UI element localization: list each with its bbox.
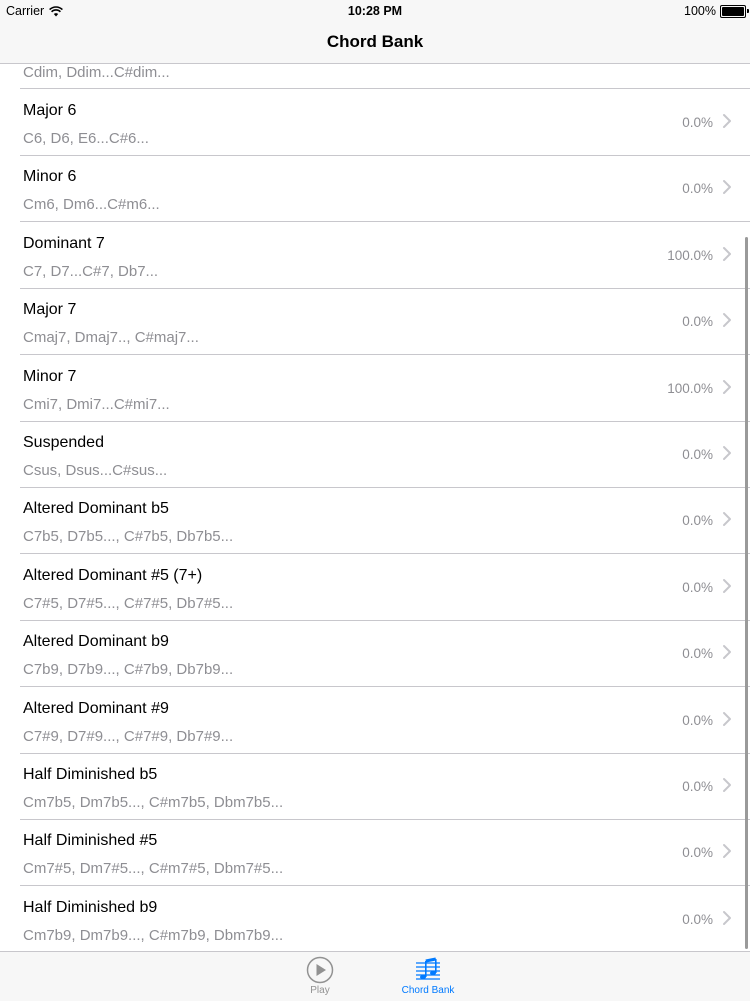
- completion-percent: 0.0%: [682, 779, 713, 794]
- chord-examples: C7#5, D7#5..., C#7#5, Db7#5...: [23, 594, 234, 612]
- tab-play[interactable]: Play: [275, 954, 365, 1000]
- completion-percent: 0.0%: [682, 845, 713, 861]
- list-item[interactable]: Altered Dominant #9 C7#9, D7#9..., C#7#9,…: [0, 687, 750, 753]
- tab-chord-bank[interactable]: Chord Bank: [383, 954, 473, 1000]
- chord-examples: C7#9, D7#9..., C#7#9, Db7#9...: [23, 727, 234, 745]
- chord-examples: C7b5, D7b5..., C#7b5, Db7b5...: [23, 528, 234, 546]
- tab-chord-bank-label: Chord Bank: [401, 985, 455, 996]
- list-item[interactable]: Major 6 C6, D6, E6...C#6... 0.0%: [0, 89, 750, 155]
- chord-type-title: Altered Dominant b9: [23, 633, 169, 651]
- chevron-right-icon: [723, 778, 731, 792]
- chord-type-title: Altered Dominant #9: [23, 699, 169, 717]
- chord-type-title: Half Diminished b5: [23, 766, 158, 783]
- completion-percent: 0.0%: [682, 115, 713, 130]
- completion-percent: 100.0%: [667, 247, 713, 263]
- list-item[interactable]: Half Diminished b9 Cm7b9, Dm7b9..., C#m7b…: [0, 886, 750, 952]
- chevron-right-icon: [723, 645, 731, 660]
- music-staff-icon: [416, 957, 440, 980]
- chord-type-title: Half Diminished #5: [23, 832, 158, 850]
- chord-type-title: Dominant 7: [23, 234, 105, 252]
- completion-percent: 0.0%: [682, 911, 713, 927]
- list-item[interactable]: Major 7 Cmaj7, Dmaj7.., C#maj7... 0.0%: [0, 288, 750, 354]
- tab-bar: Play Chord Bank: [0, 951, 750, 1001]
- completion-percent: 0.0%: [682, 646, 713, 662]
- list-item[interactable]: Altered Dominant b9 C7b9, D7b9..., C#7b9,…: [0, 620, 750, 686]
- chord-type-title: Half Diminished b9: [23, 898, 158, 916]
- list-item[interactable]: Suspended Csus, Dsus...C#sus... 0.0%: [0, 421, 750, 487]
- chevron-right-icon: [723, 379, 731, 394]
- chord-examples: Cmi7, Dmi7...C#mi7...: [23, 395, 170, 413]
- battery-indicator: 100%: [684, 4, 749, 18]
- navigation-bar: Chord Bank: [0, 22, 750, 64]
- chord-type-title: Minor 7: [23, 367, 77, 385]
- chevron-right-icon: [723, 711, 731, 726]
- chevron-right-icon: [723, 446, 731, 460]
- play-circle-icon: [306, 956, 334, 984]
- completion-percent: 0.0%: [682, 712, 713, 728]
- chevron-right-icon: [723, 578, 731, 593]
- chevron-right-icon: [723, 114, 731, 128]
- list-item[interactable]: Minor 6 Cm6, Dm6...C#m6... 0.0%: [0, 155, 750, 221]
- completion-percent: 0.0%: [682, 181, 713, 197]
- chevron-right-icon: [723, 246, 731, 261]
- page-title: Chord Bank: [326, 32, 424, 51]
- chord-examples: Csus, Dsus...C#sus...: [23, 462, 168, 479]
- list-item-partial[interactable]: Cdim, Ddim...C#dim...: [0, 64, 750, 88]
- chord-examples: C7, D7...C#7, Db7...: [23, 262, 159, 280]
- chord-examples: C7b9, D7b9..., C#7b9, Db7b9...: [23, 661, 234, 679]
- chord-examples: Cm6, Dm6...C#m6...: [23, 196, 160, 214]
- completion-percent: 0.0%: [682, 314, 713, 330]
- chevron-right-icon: [723, 180, 731, 195]
- completion-percent: 0.0%: [682, 579, 713, 595]
- battery-percent: 100%: [684, 4, 716, 18]
- list-item[interactable]: Half Diminished b5 Cm7b5, Dm7b5..., C#m7b…: [0, 753, 750, 819]
- list-item[interactable]: Dominant 7 C7, D7...C#7, Db7... 100.0%: [0, 222, 750, 288]
- list-item[interactable]: Minor 7 Cmi7, Dmi7...C#mi7... 100.0%: [0, 355, 750, 421]
- chevron-right-icon: [723, 313, 731, 328]
- tab-play-label: Play: [310, 985, 330, 996]
- list-item[interactable]: Half Diminished #5 Cm7#5, Dm7#5..., C#m7#…: [0, 819, 750, 885]
- chord-type-title: Minor 6: [23, 168, 77, 186]
- chord-type-title: Altered Dominant b5: [23, 500, 169, 518]
- clock: 10:28 PM: [347, 4, 403, 18]
- chord-type-title: Major 7: [23, 301, 77, 319]
- chord-examples: Cdim, Ddim...C#dim...: [23, 64, 170, 81]
- chevron-right-icon: [723, 512, 731, 527]
- chord-examples: C6, D6, E6...C#6...: [23, 130, 149, 147]
- chevron-right-icon: [723, 910, 731, 925]
- chord-type-title: Altered Dominant #5 (7+): [23, 566, 203, 584]
- chord-type-title: Major 6: [23, 102, 77, 119]
- battery-icon: [720, 4, 749, 18]
- completion-percent: 0.0%: [682, 447, 713, 462]
- chord-examples: Cm7b5, Dm7b5..., C#m7b5, Dbm7b5...: [23, 794, 284, 811]
- chord-type-title: Suspended: [23, 434, 104, 451]
- chord-examples: Cm7b9, Dm7b9..., C#m7b9, Dbm7b9...: [23, 926, 284, 944]
- list-item[interactable]: Altered Dominant #5 (7+) C7#5, D7#5..., C…: [0, 554, 750, 620]
- list-item[interactable]: Altered Dominant b5 C7b5, D7b5..., C#7b5,…: [0, 487, 750, 553]
- chord-examples: Cm7#5, Dm7#5..., C#m7#5, Dbm7#5...: [23, 860, 284, 878]
- chord-list[interactable]: Cdim, Ddim...C#dim... Major 6 C6, D6, E6.…: [0, 64, 750, 952]
- chevron-right-icon: [723, 844, 731, 859]
- status-bar: Carrier 10:28 PM 100%: [0, 0, 750, 22]
- scroll-indicator[interactable]: [745, 237, 748, 949]
- completion-percent: 100.0%: [667, 380, 713, 396]
- chord-examples: Cmaj7, Dmaj7.., C#maj7...: [23, 329, 199, 347]
- completion-percent: 0.0%: [682, 513, 713, 529]
